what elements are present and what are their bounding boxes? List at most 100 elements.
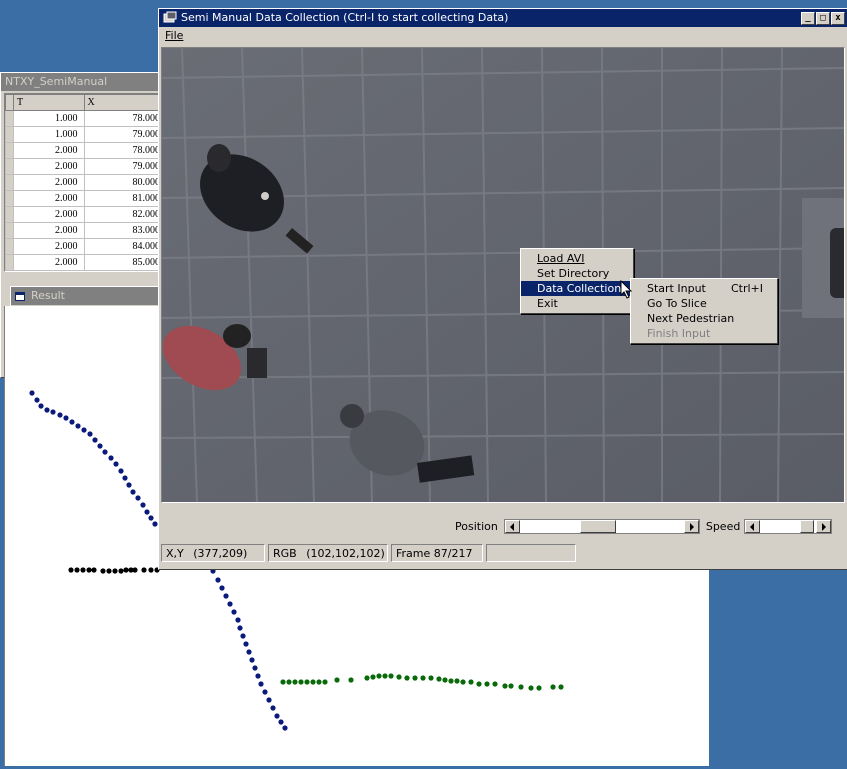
table-row[interactable]: 2.000 84.000	[5, 238, 168, 255]
main-window: Semi Manual Data Collection (Ctrl-I to s…	[158, 8, 847, 570]
trajectory-point-green	[316, 679, 322, 685]
cell-t[interactable]: 2.000	[13, 174, 85, 191]
row-header[interactable]	[5, 158, 14, 175]
cell-x[interactable]: 83.000	[83, 222, 168, 239]
table-row[interactable]: 2.000 81.000	[5, 190, 168, 207]
table-row[interactable]: 2.000 80.000	[5, 174, 168, 191]
video-frame[interactable]: Load AVI Set Directory Data Collection E…	[161, 47, 845, 503]
trajectory-point-black	[106, 568, 112, 574]
menu-item-set-directory[interactable]: Set Directory	[521, 266, 633, 281]
table-row[interactable]: 2.000 79.000	[5, 158, 168, 175]
trajectory-point-blue	[122, 475, 128, 481]
position-track[interactable]	[519, 519, 684, 533]
trajectory-point-green	[304, 679, 310, 685]
speed-scrollbar[interactable]	[744, 518, 833, 534]
menu-item-load-avi[interactable]: Load AVI	[521, 251, 633, 266]
data-collection-submenu: Start Input Ctrl+I Go To Slice Next Pede…	[630, 278, 778, 344]
cell-t[interactable]: 2.000	[13, 254, 85, 271]
close-button[interactable]: x	[831, 11, 845, 25]
table-row[interactable]: 2.000 83.000	[5, 222, 168, 239]
cell-x[interactable]: 78.000	[83, 110, 168, 127]
trajectory-point-green	[550, 684, 556, 690]
speed-left-button[interactable]	[745, 519, 761, 533]
cell-t[interactable]: 2.000	[13, 206, 85, 223]
row-header[interactable]	[5, 222, 14, 239]
trajectory-point-green	[476, 681, 482, 687]
speed-track[interactable]	[760, 519, 817, 533]
data-grid[interactable]: T X 1.000 78.000 1.000 79.000 2.000 78.000 2.0…	[4, 93, 168, 272]
trajectory-point-blue	[219, 585, 225, 591]
trajectory-point-green	[528, 685, 534, 691]
cell-t[interactable]: 2.000	[13, 238, 85, 255]
cell-t[interactable]: 2.000	[13, 222, 85, 239]
row-header[interactable]	[5, 206, 14, 223]
minimize-button[interactable]: _	[801, 11, 815, 25]
trajectory-point-green	[280, 679, 286, 685]
result-window-titlebar[interactable]: Result	[11, 287, 159, 305]
trajectory-point-green	[536, 685, 542, 691]
trajectory-point-blue	[69, 419, 75, 425]
submenu-item-next-pedestrian[interactable]: Next Pedestrian	[631, 311, 777, 326]
table-row[interactable]: 2.000 78.000	[5, 142, 168, 159]
cell-t[interactable]: 2.000	[13, 142, 85, 159]
cell-x[interactable]: 85.000	[83, 254, 168, 271]
start-input-shortcut: Ctrl+I	[730, 282, 763, 295]
cell-x[interactable]: 81.000	[83, 190, 168, 207]
trajectory-point-black	[112, 568, 118, 574]
row-header[interactable]	[5, 254, 14, 271]
menu-file[interactable]: File	[165, 29, 183, 42]
menu-item-data-collection[interactable]: Data Collection	[521, 281, 633, 296]
column-header-x[interactable]: X	[83, 94, 168, 111]
cell-x[interactable]: 79.000	[83, 126, 168, 143]
cell-x[interactable]: 82.000	[83, 206, 168, 223]
trajectory-point-black	[80, 567, 86, 573]
maximize-button[interactable]: □	[816, 11, 830, 25]
trajectory-point-blue	[130, 489, 136, 495]
position-left-button[interactable]	[504, 519, 520, 533]
trajectory-point-black	[141, 567, 147, 573]
submenu-item-start-input[interactable]: Start Input Ctrl+I	[631, 281, 777, 296]
row-header[interactable]	[5, 126, 14, 143]
trajectory-point-green	[370, 674, 376, 680]
submenu-item-go-to-slice[interactable]: Go To Slice	[631, 296, 777, 311]
row-header[interactable]	[5, 174, 14, 191]
table-window-title[interactable]: NTXY_SemiManual	[1, 73, 169, 91]
status-xy-label: X,Y	[166, 547, 184, 560]
trajectory-point-blue	[57, 412, 63, 418]
trajectory-point-green	[334, 677, 340, 683]
cell-x[interactable]: 80.000	[83, 174, 168, 191]
table-row[interactable]: 1.000 79.000	[5, 126, 168, 143]
row-header[interactable]	[5, 238, 14, 255]
cell-t[interactable]: 2.000	[13, 158, 85, 175]
table-row[interactable]: 1.000 78.000	[5, 110, 168, 127]
cell-t[interactable]: 1.000	[13, 110, 85, 127]
trajectory-point-blue	[34, 397, 40, 403]
speed-right-button[interactable]	[816, 519, 832, 533]
trajectory-point-blue	[29, 390, 35, 396]
trajectory-point-blue	[223, 593, 229, 599]
trajectory-point-blue	[243, 641, 249, 647]
cell-x[interactable]: 78.000	[83, 142, 168, 159]
row-header[interactable]	[5, 190, 14, 207]
table-row[interactable]: 2.000 82.000	[5, 206, 168, 223]
cell-t[interactable]: 2.000	[13, 190, 85, 207]
row-header[interactable]	[5, 142, 14, 159]
table-row[interactable]: 2.000 85.000	[5, 254, 168, 271]
trajectory-point-blue	[144, 509, 150, 515]
position-right-button[interactable]	[683, 519, 699, 533]
menu-item-exit[interactable]: Exit	[521, 296, 633, 311]
cell-t[interactable]: 1.000	[13, 126, 85, 143]
position-thumb[interactable]	[579, 519, 616, 533]
cell-x[interactable]: 79.000	[83, 158, 168, 175]
result-window-icon	[15, 291, 25, 301]
cell-x[interactable]: 84.000	[83, 238, 168, 255]
main-window-titlebar[interactable]: Semi Manual Data Collection (Ctrl-I to s…	[159, 9, 847, 27]
trajectory-point-blue	[215, 577, 221, 583]
trajectory-point-blue	[81, 427, 87, 433]
column-header-t[interactable]: T	[13, 94, 85, 111]
trajectory-point-green	[448, 678, 454, 684]
speed-thumb[interactable]	[800, 519, 815, 533]
position-scrollbar[interactable]	[503, 518, 700, 534]
row-header[interactable]	[5, 110, 14, 127]
trajectory-point-blue	[240, 633, 246, 639]
